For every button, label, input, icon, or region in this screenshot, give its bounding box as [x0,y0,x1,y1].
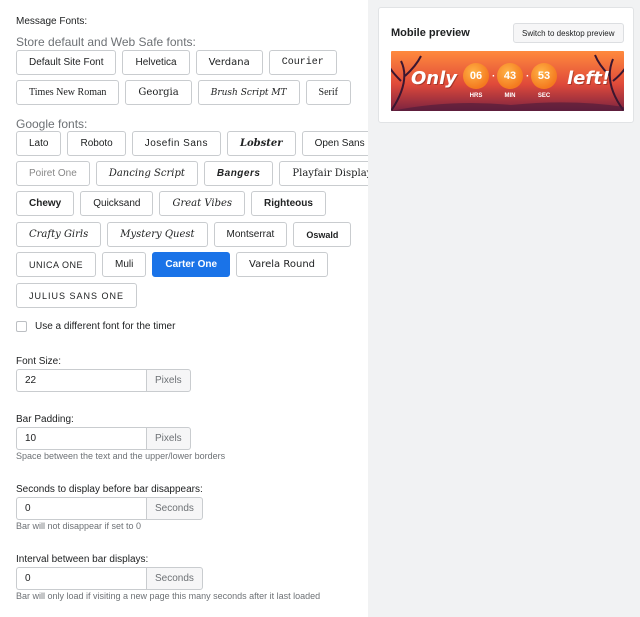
font-option-lato[interactable]: Lato [16,131,62,156]
font-size-label: Font Size: [16,356,62,367]
bar-padding-label: Bar Padding: [16,414,74,425]
font-button-row: UNICA ONE Muli Carter One Varela Round [16,252,329,277]
timer-font-checkbox-label: Use a different font for the timer [35,321,176,332]
interval-input[interactable] [16,567,146,590]
timer-seconds-label: SEC [537,93,551,99]
font-button-row: Default Site Font Helvetica Verdana Courier [16,50,337,75]
font-button-row: Crafty Girls Mystery Quest Montserrat Oswal… [16,222,352,247]
google-fonts-title: Google fonts: [16,117,88,131]
font-option-default-site-font[interactable]: Default Site Font [16,50,117,75]
seconds-display-label: Seconds to display before bar disappears… [16,484,203,495]
font-option-chewy[interactable]: Chewy [16,191,75,216]
timer-hours-label: HRS [469,93,483,99]
font-option-carter-one[interactable]: Carter One [152,252,231,277]
timer-minutes-label: MIN [504,93,516,99]
interval-label: Interval between bar displays: [16,554,149,565]
font-button-row: Lato Roboto Josefin Sans Lobster Open Sans [16,131,378,156]
font-option-brush-script-mt[interactable]: Brush Script MT [197,80,300,105]
font-option-mystery-quest[interactable]: Mystery Quest [107,222,208,247]
timer-font-option[interactable]: Use a different font for the timer [16,321,175,332]
countdown-bar-preview: Only 06 HRS · 43 MIN · 53 SEC left! [391,51,624,111]
font-option-oswald[interactable]: Oswald [293,222,352,247]
timer-seconds: 53 [531,63,557,89]
web-safe-fonts-title: Store default and Web Safe fonts: [16,35,196,49]
font-option-dancing-script[interactable]: Dancing Script [95,161,198,186]
timer-minutes: 43 [497,63,523,89]
font-option-righteous[interactable]: Righteous [251,191,326,216]
timer-separator: · [492,71,496,82]
bar-padding-help: Space between the text and the upper/low… [16,451,226,461]
seconds-display-unit: Seconds [146,497,203,520]
font-button-row: JULIUS SANS ONE [16,283,138,308]
message-fonts-title: Message Fonts: [16,16,88,27]
preview-panel: Mobile preview Switch to desktop preview… [368,0,640,617]
font-option-great-vibes[interactable]: Great Vibes [159,191,246,216]
settings-panel: Message Fonts: Store default and Web Saf… [0,0,386,617]
font-option-quicksand[interactable]: Quicksand [80,191,154,216]
bar-after-text: left! [567,68,611,89]
mobile-preview-title: Mobile preview [391,27,470,39]
switch-to-desktop-button[interactable]: Switch to desktop preview [513,23,624,43]
interval-field: Seconds [16,567,203,590]
font-option-muli[interactable]: Muli [102,252,147,277]
seconds-display-help: Bar will not disappear if set to 0 [16,521,142,531]
font-option-times-new-roman[interactable]: Times New Roman [16,80,120,105]
timer-font-checkbox[interactable] [16,321,27,332]
font-option-varela-round[interactable]: Varela Round [236,252,329,277]
mobile-preview-card: Mobile preview Switch to desktop preview… [378,7,634,123]
font-option-roboto[interactable]: Roboto [67,131,126,156]
interval-unit: Seconds [146,567,203,590]
font-size-unit: Pixels [146,369,191,392]
font-option-unica-one[interactable]: UNICA ONE [16,252,97,277]
font-size-field: Pixels [16,369,191,392]
timer-hours: 06 [463,63,489,89]
font-option-poiret-one[interactable]: Poiret One [16,161,90,186]
font-option-serif[interactable]: Serif [305,80,351,105]
interval-help: Bar will only load if visiting a new pag… [16,591,321,601]
font-option-bangers[interactable]: Bangers [203,161,274,186]
font-option-georgia[interactable]: Georgia [125,80,192,105]
bar-padding-field: Pixels [16,427,191,450]
font-option-julius-sans-one[interactable]: JULIUS SANS ONE [16,283,138,308]
seconds-display-input[interactable] [16,497,146,520]
font-option-montserrat[interactable]: Montserrat [213,222,288,247]
bar-padding-unit: Pixels [146,427,191,450]
font-option-lobster[interactable]: Lobster [226,131,296,156]
font-button-row: Times New Roman Georgia Brush Script MT Ser… [16,80,351,105]
bar-before-text: Only [411,68,458,89]
font-option-verdana[interactable]: Verdana [195,50,263,75]
font-option-courier[interactable]: Courier [268,50,337,75]
font-size-input[interactable] [16,369,146,392]
font-option-open-sans[interactable]: Open Sans [301,131,378,156]
font-option-josefin-sans[interactable]: Josefin Sans [131,131,221,156]
seconds-display-field: Seconds [16,497,203,520]
timer-separator: · [526,71,530,82]
font-option-crafty-girls[interactable]: Crafty Girls [16,222,102,247]
bar-padding-input[interactable] [16,427,146,450]
font-option-helvetica[interactable]: Helvetica [122,50,190,75]
font-button-row: Poiret One Dancing Script Bangers Playfair … [16,161,386,186]
font-button-row: Chewy Quicksand Great Vibes Righteous [16,191,326,216]
